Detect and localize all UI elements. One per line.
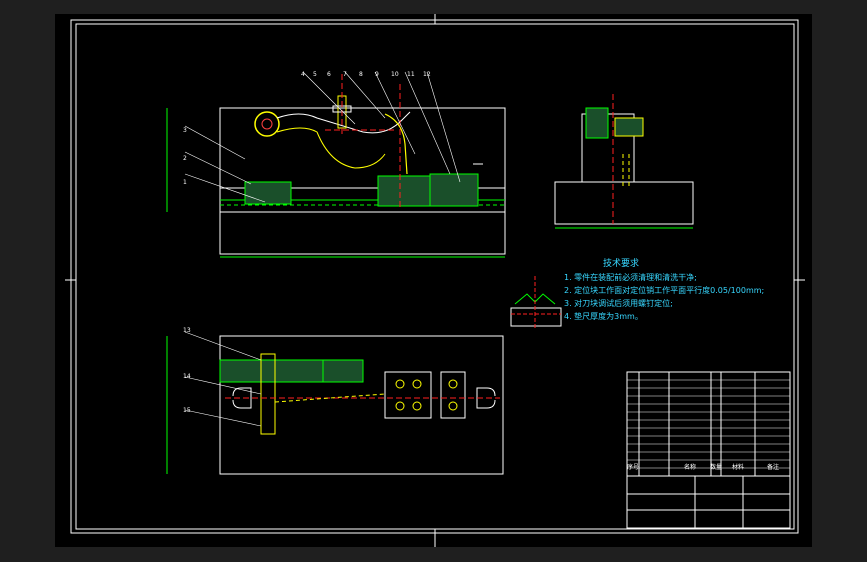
tech-requirements-title: 技术要求 <box>603 257 639 269</box>
top-screw-6 <box>448 401 458 411</box>
top-callout-15: 15 <box>183 407 191 414</box>
tech-requirement-2: 2. 定位块工作面对定位销工作平面平行度0.05/100mm; <box>564 285 764 295</box>
bom-rows <box>627 379 790 469</box>
front-block-middle <box>377 175 435 207</box>
front-callout-8: 8 <box>359 71 363 78</box>
front-callout-3: 3 <box>183 127 187 134</box>
bom-table <box>626 371 791 477</box>
front-leader-11 <box>404 71 451 175</box>
front-callout-2: 2 <box>183 155 187 162</box>
tech-requirement-4: 4. 垫尺厚度为3mm。 <box>564 311 643 321</box>
front-view <box>166 71 506 258</box>
top-hatch-right <box>322 359 364 383</box>
detail-block <box>510 307 562 327</box>
top-leader-15 <box>184 409 262 427</box>
side-clamp-right <box>614 117 644 137</box>
cad-drawing: 1234 5 6 7 8 9 10 11 12131415 技术要求 1. 零件在装配前必须清理… <box>65 14 805 547</box>
top-screw-3 <box>395 401 405 411</box>
front-callout-12: 12 <box>423 71 431 78</box>
title-box <box>626 475 791 529</box>
front-callout-5: 5 <box>313 71 317 78</box>
tech-requirement-3: 3. 对刀块调试后须用螺钉定位; <box>564 298 673 308</box>
front-callout-11: 11 <box>407 71 415 78</box>
drawing-canvas[interactable]: 1 2 3 4 5 6 7 8 9 10 11 12 13 14 15 技术要求 1. 零件在装配前必须清理… <box>55 14 812 547</box>
side-base <box>554 181 694 225</box>
front-callout-10: 10 <box>391 71 399 78</box>
side-clamp-left <box>585 107 609 139</box>
top-screw-1 <box>395 379 405 389</box>
front-callout-7: 7 <box>343 71 347 78</box>
tech-requirement-1: 1. 零件在装配前必须清理和清洗干净; <box>564 272 697 282</box>
viewer-background: 1 2 3 4 5 6 7 8 9 10 11 12 13 14 15 技术要求 1. 零件在装配前必须清理… <box>0 0 867 562</box>
detail-view <box>510 276 562 330</box>
top-callout-14: 14 <box>183 373 191 380</box>
top-view <box>166 331 504 475</box>
front-block-right <box>429 173 479 207</box>
front-callout-1: 1 <box>183 179 187 186</box>
top-screw-4 <box>412 401 422 411</box>
top-screw-2 <box>412 379 422 389</box>
side-view <box>554 94 694 229</box>
bom-header-qty: 数量 <box>710 463 722 471</box>
top-callout-13: 13 <box>183 327 191 334</box>
bom-header-remark: 备注 <box>767 463 779 471</box>
front-arm <box>384 113 408 175</box>
front-lever-profile <box>276 127 386 169</box>
bom-header-material: 材料 <box>732 463 744 471</box>
top-plate-1 <box>384 371 432 419</box>
top-plate-2 <box>440 371 466 419</box>
top-base-outline <box>219 335 504 475</box>
front-roller-outer <box>254 111 280 137</box>
front-callout-4: 4 <box>301 71 305 78</box>
front-callout-6: 6 <box>327 71 331 78</box>
front-leader-12 <box>426 71 461 183</box>
bom-header-name: 名称 <box>684 463 696 471</box>
title-block <box>626 371 791 529</box>
front-callout-9: 9 <box>375 71 379 78</box>
front-leader-3 <box>184 125 246 160</box>
front-roller-inner <box>261 118 273 130</box>
bom-header-no: 序号 <box>627 463 639 471</box>
front-block-left <box>244 181 292 205</box>
front-leader-4 <box>302 71 356 125</box>
top-screw-5 <box>448 379 458 389</box>
